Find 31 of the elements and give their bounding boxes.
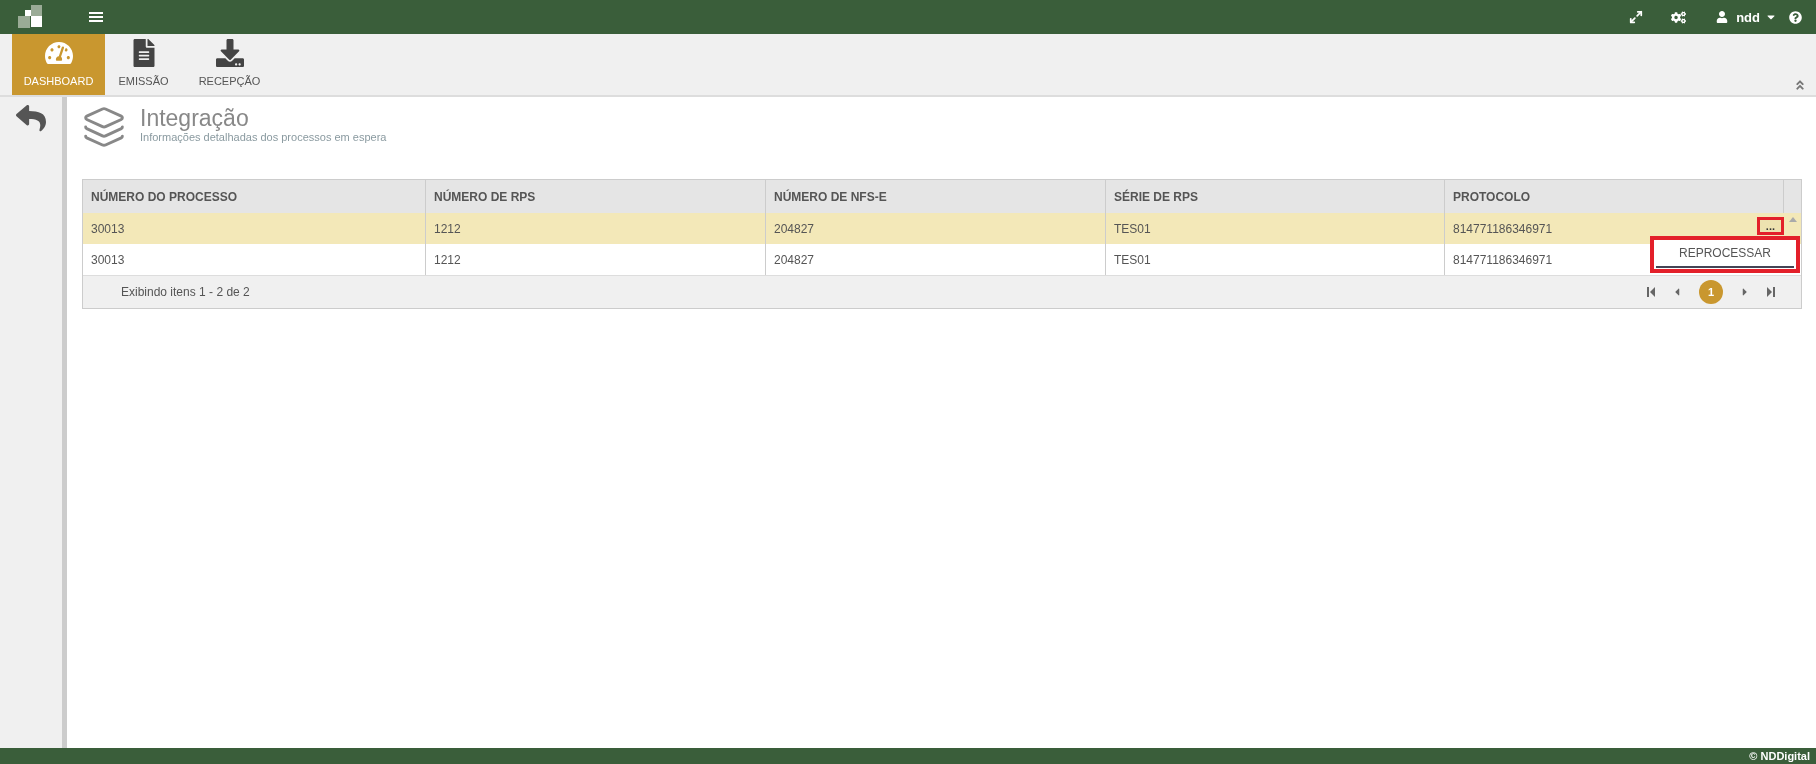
layers-icon [82, 105, 126, 149]
first-page-icon[interactable] [1647, 287, 1655, 297]
table-cell: 30013 [91, 221, 125, 236]
table-cell: TES01 [1114, 252, 1151, 267]
page-title: Integração [140, 105, 250, 131]
table-cell: 1212 [434, 221, 461, 236]
table-cell: 814771186346971 [1453, 252, 1553, 267]
gauge-icon [44, 39, 73, 67]
nav-tab[interactable]: EMISSÃO [105, 34, 182, 95]
table-cell: 30013 [91, 252, 125, 267]
last-page-icon[interactable] [1767, 287, 1775, 297]
table-row[interactable]: 30013 1212 204827 TES01 814771186346971 ... [83, 213, 1801, 244]
menu-item[interactable]: REPROCESSAR [1656, 242, 1794, 268]
nav-tab[interactable]: RECEPÇÃO [182, 34, 277, 95]
user-menu[interactable]: ndd [1736, 9, 1760, 25]
menu-icon[interactable] [89, 11, 103, 23]
user-icon [1716, 11, 1729, 23]
collapse-icon[interactable] [1794, 79, 1806, 91]
table-cell: TES01 [1114, 221, 1151, 236]
table-cell: 204827 [774, 252, 815, 267]
table-cell: 204827 [774, 221, 815, 236]
actions-button[interactable]: ... [1756, 216, 1784, 235]
settings-icon[interactable] [1671, 9, 1687, 25]
items-summary: Exibindo itens 1 - 2 de 2 [121, 285, 250, 299]
table-cell: 1212 [434, 252, 461, 267]
copyright-text: © NDDigital [1749, 750, 1810, 762]
table-cell: 814771186346971 [1453, 221, 1553, 236]
expand-icon[interactable] [1629, 10, 1644, 24]
help-icon[interactable] [1789, 10, 1802, 24]
download-icon [215, 39, 244, 67]
page-subtitle: Informações detalhadas dos processos em espera [140, 131, 387, 143]
